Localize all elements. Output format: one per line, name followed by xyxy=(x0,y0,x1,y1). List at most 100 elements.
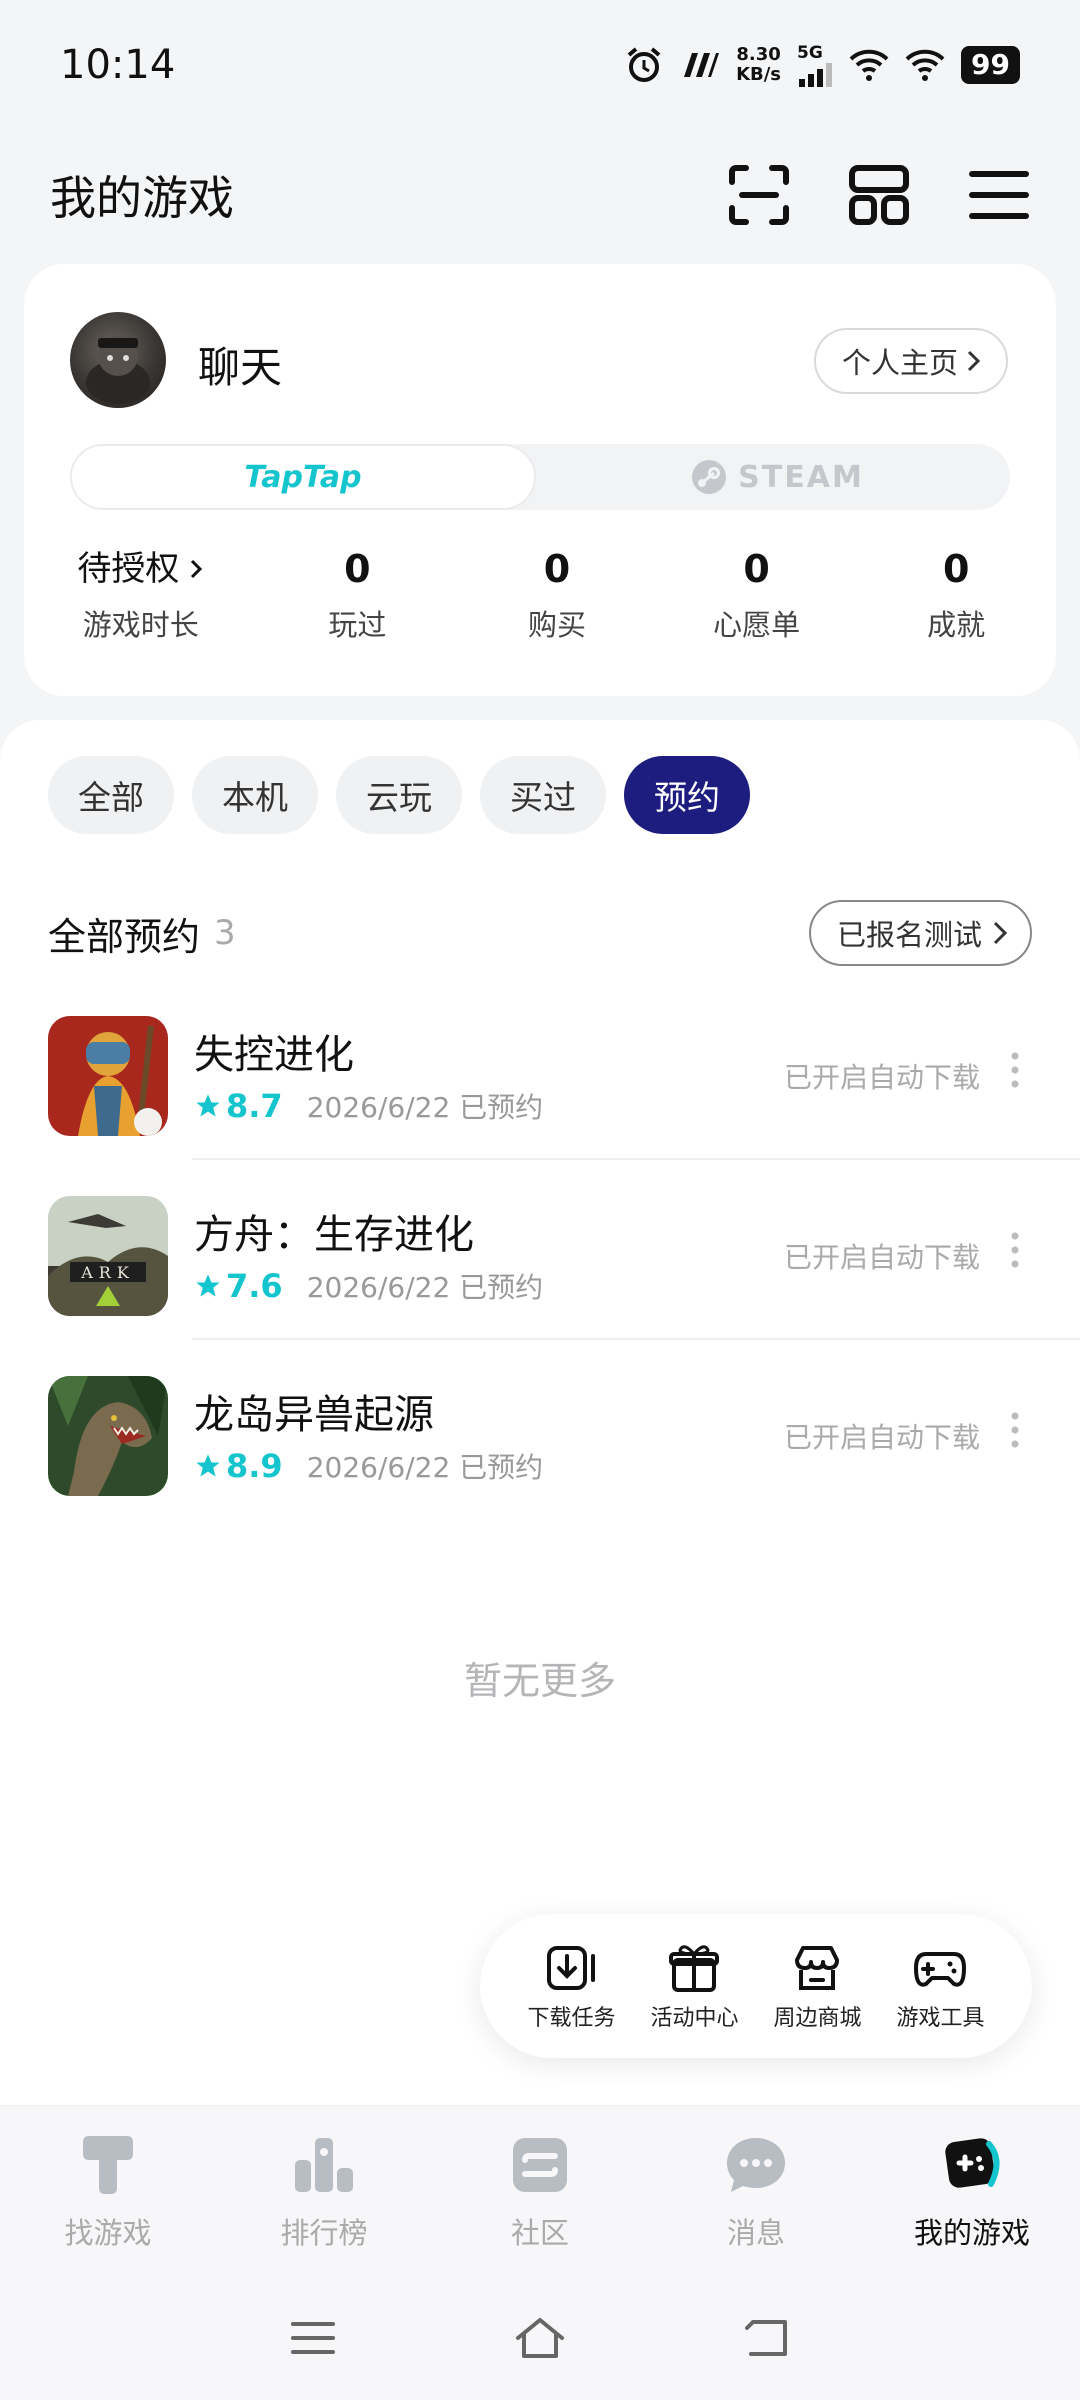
recent-apps-icon[interactable] xyxy=(285,2310,341,2366)
filter-chip-cloud[interactable]: 云玩 xyxy=(336,756,462,834)
registered-tests-button[interactable]: 已报名测试 xyxy=(808,900,1032,966)
shop-icon xyxy=(795,1946,840,1990)
filter-chip-purchased[interactable]: 买过 xyxy=(480,756,606,834)
taptap-logo: TapTap xyxy=(244,459,362,495)
game-row[interactable]: ARK 方舟：生存进化 7.6 2026/6/22 已预约 已开启自动下载 xyxy=(48,1160,1080,1340)
back-icon[interactable] xyxy=(739,2310,795,2366)
game-name: 龙岛异兽起源 xyxy=(194,1392,434,1438)
gift-icon xyxy=(669,1945,720,1992)
filter-chips: 全部 本机 云玩 买过 预约 xyxy=(48,756,750,834)
star-icon xyxy=(196,1454,220,1477)
tool-label: 周边商城 xyxy=(773,2006,862,2031)
tab-community[interactable]: 社区 xyxy=(432,2106,648,2275)
community-icon xyxy=(513,2138,567,2192)
network-type: 5G xyxy=(797,43,823,63)
game-tools-button[interactable]: 游戏工具 xyxy=(896,1940,985,2032)
stat-value: 待授权 xyxy=(24,542,258,596)
no-more-hint: 暂无更多 xyxy=(463,1659,616,1703)
tab-messages[interactable]: 消息 xyxy=(648,2106,864,2275)
wifi-icon xyxy=(849,49,889,81)
status-bar: 10:14 8.30 KB/s 5G 99 xyxy=(0,0,1080,130)
home-icon[interactable] xyxy=(512,2310,568,2366)
message-icon xyxy=(727,2138,785,2192)
activity-center-button[interactable]: 活动中心 xyxy=(650,1940,739,2032)
download-tasks-button[interactable]: 下载任务 xyxy=(527,1940,616,2032)
tool-label: 游戏工具 xyxy=(896,2006,985,2031)
wifi-icon xyxy=(905,49,945,81)
more-options-button[interactable] xyxy=(1000,1040,1030,1100)
tab-label: 找游戏 xyxy=(64,2216,152,2250)
reserve-date: 2026/6/22 已预约 xyxy=(306,1091,544,1124)
merch-store-button[interactable]: 周边商城 xyxy=(773,1940,862,2032)
star-icon xyxy=(196,1274,220,1297)
bottom-tab-bar: 找游戏 排行榜 社区 消息 我的游戏 xyxy=(0,2105,1080,2275)
signal-icon xyxy=(799,63,833,87)
game-icon-survival xyxy=(48,1016,168,1136)
avatar-image xyxy=(86,336,150,404)
more-options-button[interactable] xyxy=(1000,1220,1030,1280)
game-rating: 8.7 xyxy=(194,1087,283,1125)
game-rating: 8.9 xyxy=(194,1447,283,1485)
section-title: 全部预约 xyxy=(48,914,201,959)
layout-button[interactable] xyxy=(848,164,910,226)
section-count: 3 xyxy=(214,913,236,953)
game-meta: 7.6 2026/6/22 已预约 xyxy=(194,1266,543,1306)
more-vertical-icon xyxy=(1011,1412,1019,1448)
filter-chip-all[interactable]: 全部 xyxy=(48,756,174,834)
menu-icon xyxy=(969,171,1029,219)
game-icon-ark: ARK xyxy=(48,1196,168,1316)
auto-download-status: 已开启自动下载 xyxy=(783,1061,980,1094)
stat-label: 购买 xyxy=(527,608,586,642)
profile-home-button[interactable]: 个人主页 xyxy=(813,328,1008,394)
platform-tab-taptap[interactable]: TapTap xyxy=(70,444,536,510)
reserve-date: 2026/6/22 已预约 xyxy=(306,1451,544,1484)
stat-playtime[interactable]: 待授权 游戏时长 xyxy=(24,542,258,644)
scan-button[interactable] xyxy=(728,164,790,226)
registered-tests-label: 已报名测试 xyxy=(836,918,982,952)
page-title: 我的游戏 xyxy=(50,171,234,225)
chevron-right-icon xyxy=(967,350,981,372)
find-game-icon xyxy=(83,2136,133,2194)
more-vertical-icon xyxy=(1011,1052,1019,1088)
stat-label: 游戏时长 xyxy=(82,608,199,642)
stat-played[interactable]: 0 玩过 xyxy=(258,542,458,644)
platform-tab-steam[interactable]: STEAM xyxy=(544,444,1010,510)
tab-my-games[interactable]: 我的游戏 xyxy=(864,2106,1080,2275)
grid-icon xyxy=(849,165,909,225)
system-nav-bar xyxy=(0,2275,1080,2400)
stat-value: 0 xyxy=(743,547,770,591)
rating-value: 8.9 xyxy=(226,1447,283,1485)
username: 聊天 xyxy=(198,343,283,392)
stat-label: 心愿单 xyxy=(713,608,801,642)
net-speed-value: 8.30 xyxy=(736,44,781,65)
status-icons: 8.30 KB/s 5G 99 xyxy=(624,43,1020,87)
stat-achievements[interactable]: 0 成就 xyxy=(856,542,1056,644)
stat-value: 0 xyxy=(344,547,371,591)
game-rating: 7.6 xyxy=(194,1267,283,1305)
auto-download-status: 已开启自动下载 xyxy=(783,1241,980,1274)
game-row[interactable]: 龙岛异兽起源 8.9 2026/6/22 已预约 已开启自动下载 xyxy=(48,1340,1080,1520)
stat-wishlist[interactable]: 0 心愿单 xyxy=(657,542,857,644)
game-meta: 8.7 2026/6/22 已预约 xyxy=(194,1086,543,1126)
avatar[interactable] xyxy=(70,312,166,408)
stat-value: 0 xyxy=(543,547,571,591)
game-cover-image xyxy=(48,1376,168,1496)
game-cover-image: ARK xyxy=(48,1196,168,1316)
filter-chip-local[interactable]: 本机 xyxy=(192,756,318,834)
profile-home-label: 个人主页 xyxy=(841,346,958,380)
game-name: 方舟：生存进化 xyxy=(194,1212,474,1258)
chevron-right-icon xyxy=(993,921,1008,945)
tab-label: 我的游戏 xyxy=(913,2216,1030,2250)
tab-label: 排行榜 xyxy=(280,2216,368,2250)
content-sheet: 全部 本机 云玩 买过 预约 全部预约 3 已报名测试 失控进化 8.7 202… xyxy=(0,720,1080,2105)
more-options-button[interactable] xyxy=(1000,1400,1030,1460)
game-row[interactable]: 失控进化 8.7 2026/6/22 已预约 已开启自动下载 xyxy=(48,980,1080,1160)
tab-find-games[interactable]: 找游戏 xyxy=(0,2106,216,2275)
steam-icon xyxy=(692,460,727,494)
game-cover-image xyxy=(48,1016,168,1136)
filter-chip-reserved[interactable]: 预约 xyxy=(624,756,750,834)
tab-rankings[interactable]: 排行榜 xyxy=(216,2106,432,2275)
menu-button[interactable] xyxy=(968,164,1030,226)
stat-purchased[interactable]: 0 购买 xyxy=(457,542,657,644)
scan-icon xyxy=(729,165,789,225)
